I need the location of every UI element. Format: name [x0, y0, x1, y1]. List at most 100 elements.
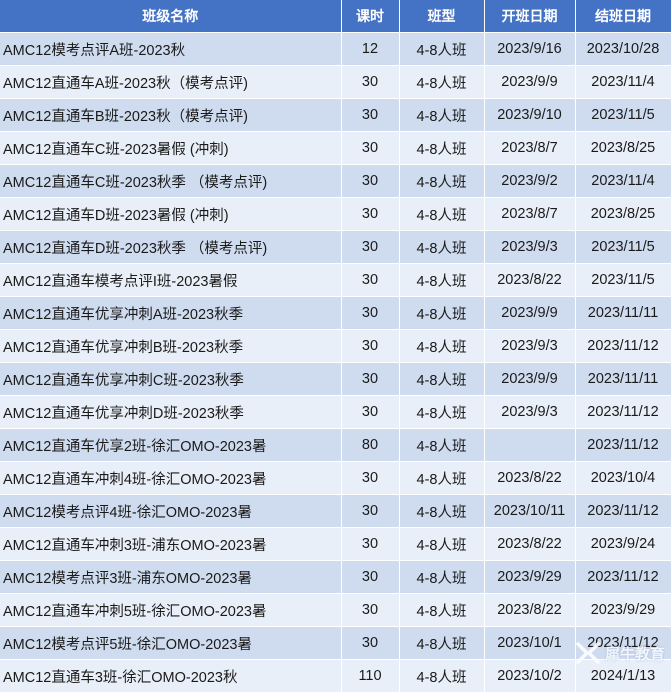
class-name-cell: AMC12直通车C班-2023暑假 (冲刺)	[0, 132, 341, 165]
end-date-cell: 2023/9/29	[575, 594, 671, 627]
start-date-cell: 2023/9/3	[484, 396, 575, 429]
class-name-cell: AMC12直通车优享冲刺A班-2023秋季	[0, 297, 341, 330]
table-row: AMC12直通车D班-2023秋季 （模考点评)304-8人班2023/9/32…	[0, 231, 671, 264]
class-type-cell: 4-8人班	[399, 297, 484, 330]
header-start-date: 开班日期	[484, 0, 575, 33]
hours-cell: 30	[341, 594, 399, 627]
class-type-cell: 4-8人班	[399, 396, 484, 429]
header-class-name: 班级名称	[0, 0, 341, 33]
table-row: AMC12模考点评A班-2023秋124-8人班2023/9/162023/10…	[0, 33, 671, 66]
class-schedule-table: 班级名称 课时 班型 开班日期 结班日期 AMC12模考点评A班-2023秋12…	[0, 0, 671, 692]
start-date-cell: 2023/9/3	[484, 231, 575, 264]
table-row: AMC12直通车B班-2023秋（模考点评)304-8人班2023/9/1020…	[0, 99, 671, 132]
start-date-cell: 2023/8/7	[484, 132, 575, 165]
start-date-cell: 2023/9/10	[484, 99, 575, 132]
class-name-cell: AMC12直通车模考点评I班-2023暑假	[0, 264, 341, 297]
table-row: AMC12直通车优享冲刺B班-2023秋季304-8人班2023/9/32023…	[0, 330, 671, 363]
hours-cell: 30	[341, 330, 399, 363]
start-date-cell: 2023/9/2	[484, 165, 575, 198]
hours-cell: 110	[341, 660, 399, 692]
class-name-cell: AMC12直通车冲刺4班-徐汇OMO-2023暑	[0, 462, 341, 495]
table-row: AMC12直通车优享冲刺C班-2023秋季304-8人班2023/9/92023…	[0, 363, 671, 396]
start-date-cell: 2023/9/9	[484, 66, 575, 99]
header-end-date: 结班日期	[575, 0, 671, 33]
table-row: AMC12直通车优享2班-徐汇OMO-2023暑804-8人班 2023/11/1…	[0, 429, 671, 462]
start-date-cell: 2023/9/9	[484, 363, 575, 396]
hours-cell: 30	[341, 297, 399, 330]
class-type-cell: 4-8人班	[399, 33, 484, 66]
table-row: AMC12直通车C班-2023秋季 （模考点评)304-8人班2023/9/22…	[0, 165, 671, 198]
class-name-cell: AMC12直通车C班-2023秋季 （模考点评)	[0, 165, 341, 198]
start-date-cell: 2023/8/22	[484, 594, 575, 627]
start-date-cell: 2023/9/9	[484, 297, 575, 330]
hours-cell: 30	[341, 198, 399, 231]
class-type-cell: 4-8人班	[399, 627, 484, 660]
class-name-cell: AMC12直通车优享冲刺D班-2023秋季	[0, 396, 341, 429]
table-row: AMC12直通车模考点评I班-2023暑假304-8人班2023/8/22202…	[0, 264, 671, 297]
table-row: AMC12直通车A班-2023秋（模考点评)304-8人班2023/9/9202…	[0, 66, 671, 99]
rhino-logo-icon	[575, 640, 601, 666]
class-name-cell: AMC12模考点评3班-浦东OMO-2023暑	[0, 561, 341, 594]
end-date-cell: 2023/11/11	[575, 363, 671, 396]
class-name-cell: AMC12模考点评A班-2023秋	[0, 33, 341, 66]
start-date-cell: 2023/8/22	[484, 528, 575, 561]
end-date-cell: 2023/8/25	[575, 198, 671, 231]
class-type-cell: 4-8人班	[399, 429, 484, 462]
watermark-text: 犀牛教育	[605, 643, 665, 664]
hours-cell: 30	[341, 132, 399, 165]
end-date-cell: 2023/11/12	[575, 561, 671, 594]
class-name-cell: AMC12直通车B班-2023秋（模考点评)	[0, 99, 341, 132]
hours-cell: 30	[341, 99, 399, 132]
table-row: AMC12直通车优享冲刺A班-2023秋季304-8人班2023/9/92023…	[0, 297, 671, 330]
class-type-cell: 4-8人班	[399, 528, 484, 561]
start-date-cell: 2023/10/1	[484, 627, 575, 660]
end-date-cell: 2023/11/12	[575, 330, 671, 363]
start-date-cell: 2023/8/22	[484, 264, 575, 297]
class-type-cell: 4-8人班	[399, 231, 484, 264]
class-name-cell: AMC12直通车冲刺3班-浦东OMO-2023暑	[0, 528, 341, 561]
watermark: 犀牛教育	[575, 640, 665, 666]
hours-cell: 30	[341, 462, 399, 495]
table-row: AMC12直通车D班-2023暑假 (冲刺)304-8人班2023/8/7202…	[0, 198, 671, 231]
end-date-cell: 2023/9/24	[575, 528, 671, 561]
class-type-cell: 4-8人班	[399, 363, 484, 396]
end-date-cell: 2023/11/4	[575, 66, 671, 99]
table-row: AMC12模考点评4班-徐汇OMO-2023暑304-8人班2023/10/11…	[0, 495, 671, 528]
start-date-cell: 2023/9/3	[484, 330, 575, 363]
end-date-cell: 2023/10/4	[575, 462, 671, 495]
class-name-cell: AMC12直通车冲刺5班-徐汇OMO-2023暑	[0, 594, 341, 627]
class-type-cell: 4-8人班	[399, 561, 484, 594]
end-date-cell: 2023/11/12	[575, 429, 671, 462]
hours-cell: 12	[341, 33, 399, 66]
class-type-cell: 4-8人班	[399, 132, 484, 165]
end-date-cell: 2023/11/12	[575, 396, 671, 429]
hours-cell: 30	[341, 627, 399, 660]
class-type-cell: 4-8人班	[399, 66, 484, 99]
class-name-cell: AMC12直通车D班-2023秋季 （模考点评)	[0, 231, 341, 264]
hours-cell: 80	[341, 429, 399, 462]
class-name-cell: AMC12直通车优享2班-徐汇OMO-2023暑	[0, 429, 341, 462]
class-name-cell: AMC12直通车优享冲刺C班-2023秋季	[0, 363, 341, 396]
class-name-cell: AMC12模考点评4班-徐汇OMO-2023暑	[0, 495, 341, 528]
end-date-cell: 2023/11/5	[575, 231, 671, 264]
hours-cell: 30	[341, 396, 399, 429]
table-row: AMC12模考点评5班-徐汇OMO-2023暑304-8人班2023/10/12…	[0, 627, 671, 660]
end-date-cell: 2023/8/25	[575, 132, 671, 165]
class-name-cell: AMC12直通车A班-2023秋（模考点评)	[0, 66, 341, 99]
start-date-cell: 2023/9/16	[484, 33, 575, 66]
class-type-cell: 4-8人班	[399, 165, 484, 198]
start-date-cell: 2023/10/11	[484, 495, 575, 528]
table-row: AMC12直通车优享冲刺D班-2023秋季304-8人班2023/9/32023…	[0, 396, 671, 429]
end-date-cell: 2023/11/12	[575, 495, 671, 528]
header-hours: 课时	[341, 0, 399, 33]
end-date-cell: 2023/10/28	[575, 33, 671, 66]
class-name-cell: AMC12直通车D班-2023暑假 (冲刺)	[0, 198, 341, 231]
class-name-cell: AMC12直通车优享冲刺B班-2023秋季	[0, 330, 341, 363]
hours-cell: 30	[341, 528, 399, 561]
table-header-row: 班级名称 课时 班型 开班日期 结班日期	[0, 0, 671, 33]
start-date-cell	[484, 429, 575, 462]
start-date-cell: 2023/8/22	[484, 462, 575, 495]
table-row: AMC12直通车C班-2023暑假 (冲刺)304-8人班2023/8/7202…	[0, 132, 671, 165]
class-type-cell: 4-8人班	[399, 462, 484, 495]
hours-cell: 30	[341, 561, 399, 594]
